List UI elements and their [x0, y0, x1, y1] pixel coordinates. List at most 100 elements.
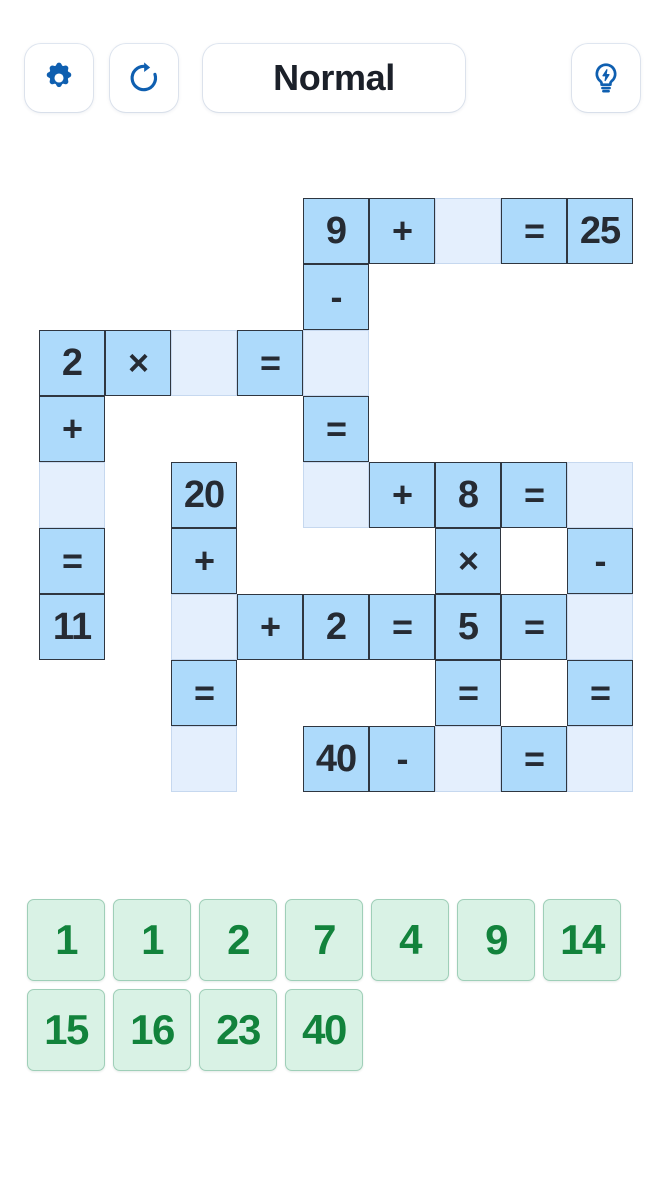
app-header: Normal [0, 0, 666, 150]
number-tile-label: 2 [227, 916, 250, 963]
number-tile-label: 15 [44, 1006, 89, 1053]
number-tile[interactable]: 1 [113, 899, 191, 981]
number-tile-label: 16 [130, 1006, 175, 1053]
cell-text: 25 [579, 210, 621, 252]
cell-text: = [61, 540, 83, 581]
cell-text: 40 [315, 738, 357, 780]
grid-slot-empty[interactable] [303, 462, 369, 528]
grid-cell-operator: + [171, 528, 237, 594]
cell-text: - [330, 276, 343, 317]
number-tile[interactable]: 14 [543, 899, 621, 981]
cell-text: = [589, 672, 611, 713]
grid-slot-empty[interactable] [171, 330, 237, 396]
grid-cell-operator: = [567, 660, 633, 726]
grid-cell-operator: = [171, 660, 237, 726]
number-tile[interactable]: 23 [199, 989, 277, 1071]
difficulty-selector[interactable]: Normal [203, 44, 465, 112]
cell-text: = [457, 672, 479, 713]
hint-button[interactable] [572, 44, 640, 112]
cell-text: - [396, 738, 409, 779]
grid-slot-empty[interactable] [303, 330, 369, 396]
grid-cell-number: 2 [303, 594, 369, 660]
grid-cell-operator: × [435, 528, 501, 594]
cell-text: = [523, 474, 545, 515]
cell-text: + [61, 408, 83, 449]
cell-text: = [391, 606, 413, 647]
grid-cell-number: 2 [39, 330, 105, 396]
number-tile[interactable]: 1 [27, 899, 105, 981]
number-tile[interactable]: 7 [285, 899, 363, 981]
grid-slot-empty[interactable] [567, 594, 633, 660]
cell-text: + [391, 210, 413, 251]
grid-cell-number: 11 [39, 594, 105, 660]
grid-cell-operator: = [237, 330, 303, 396]
grid-slot-empty[interactable] [39, 462, 105, 528]
number-tile[interactable]: 15 [27, 989, 105, 1071]
cell-text: = [193, 672, 215, 713]
number-tile[interactable]: 16 [113, 989, 191, 1071]
cell-text: + [391, 474, 413, 515]
grid-cell-operator: = [501, 726, 567, 792]
gear-icon [46, 62, 72, 88]
grid-cell-number: 20 [171, 462, 237, 528]
grid-cell-number: 9 [303, 198, 369, 264]
grid-cell-operator: + [369, 462, 435, 528]
cell-text: + [193, 540, 215, 581]
grid-slot-empty[interactable] [171, 594, 237, 660]
number-tile[interactable]: 2 [199, 899, 277, 981]
grid-cell-operator: - [567, 528, 633, 594]
cell-text: = [523, 210, 545, 251]
lightbulb-icon [595, 63, 617, 93]
cell-text: 11 [52, 606, 92, 648]
grid-cell-operator: + [237, 594, 303, 660]
grid-slot-empty[interactable] [171, 726, 237, 792]
cell-text: + [259, 606, 281, 647]
number-tile[interactable]: 40 [285, 989, 363, 1071]
refresh-icon [130, 62, 158, 92]
grid-cell-operator: = [39, 528, 105, 594]
cell-text: = [523, 606, 545, 647]
number-tile-label: 23 [216, 1006, 261, 1053]
number-tile-label: 1 [55, 916, 78, 963]
grid-cell-number: 25 [567, 198, 633, 264]
grid-cell-operator: = [303, 396, 369, 462]
number-tile[interactable]: 9 [457, 899, 535, 981]
settings-button[interactable] [25, 44, 93, 112]
number-tile-label: 14 [560, 916, 605, 963]
number-tile-label: 4 [399, 916, 422, 963]
grid-slot-empty[interactable] [567, 726, 633, 792]
difficulty-label: Normal [273, 57, 395, 98]
grid-cell-operator: × [105, 330, 171, 396]
cell-text: 5 [457, 606, 479, 648]
cell-text: 8 [457, 474, 479, 516]
number-tile-label: 40 [302, 1006, 347, 1053]
cell-text: - [594, 540, 607, 581]
cell-text: 20 [183, 474, 225, 516]
grid-cell-number: 5 [435, 594, 501, 660]
grid-slot-empty[interactable] [435, 726, 501, 792]
cell-text: = [259, 342, 281, 383]
grid-cell-operator: = [501, 462, 567, 528]
grid-cell-operator: - [369, 726, 435, 792]
grid-cell-number: 8 [435, 462, 501, 528]
grid-cell-operator: + [369, 198, 435, 264]
cell-text: 9 [325, 210, 347, 252]
cell-text: × [457, 540, 479, 581]
cell-text: × [127, 342, 149, 383]
tray-row: 15 16 23 40 [27, 989, 647, 1071]
tray-row: 1 1 2 7 4 9 14 [27, 899, 647, 981]
grid-cell-number: 40 [303, 726, 369, 792]
number-tile-label: 9 [485, 916, 508, 963]
number-tile[interactable]: 4 [371, 899, 449, 981]
grid-slot-empty[interactable] [435, 198, 501, 264]
cell-text: 2 [61, 342, 83, 384]
grid-cell-operator: = [435, 660, 501, 726]
cell-text: = [325, 408, 347, 449]
grid-slot-empty[interactable] [567, 462, 633, 528]
cell-text: = [523, 738, 545, 779]
number-tile-label: 7 [313, 916, 336, 963]
tile-tray: 1 1 2 7 4 9 14 15 16 23 40 [27, 899, 647, 1079]
cell-text: 2 [325, 606, 347, 648]
grid-cell-operator: = [501, 198, 567, 264]
restart-button[interactable] [110, 44, 178, 112]
